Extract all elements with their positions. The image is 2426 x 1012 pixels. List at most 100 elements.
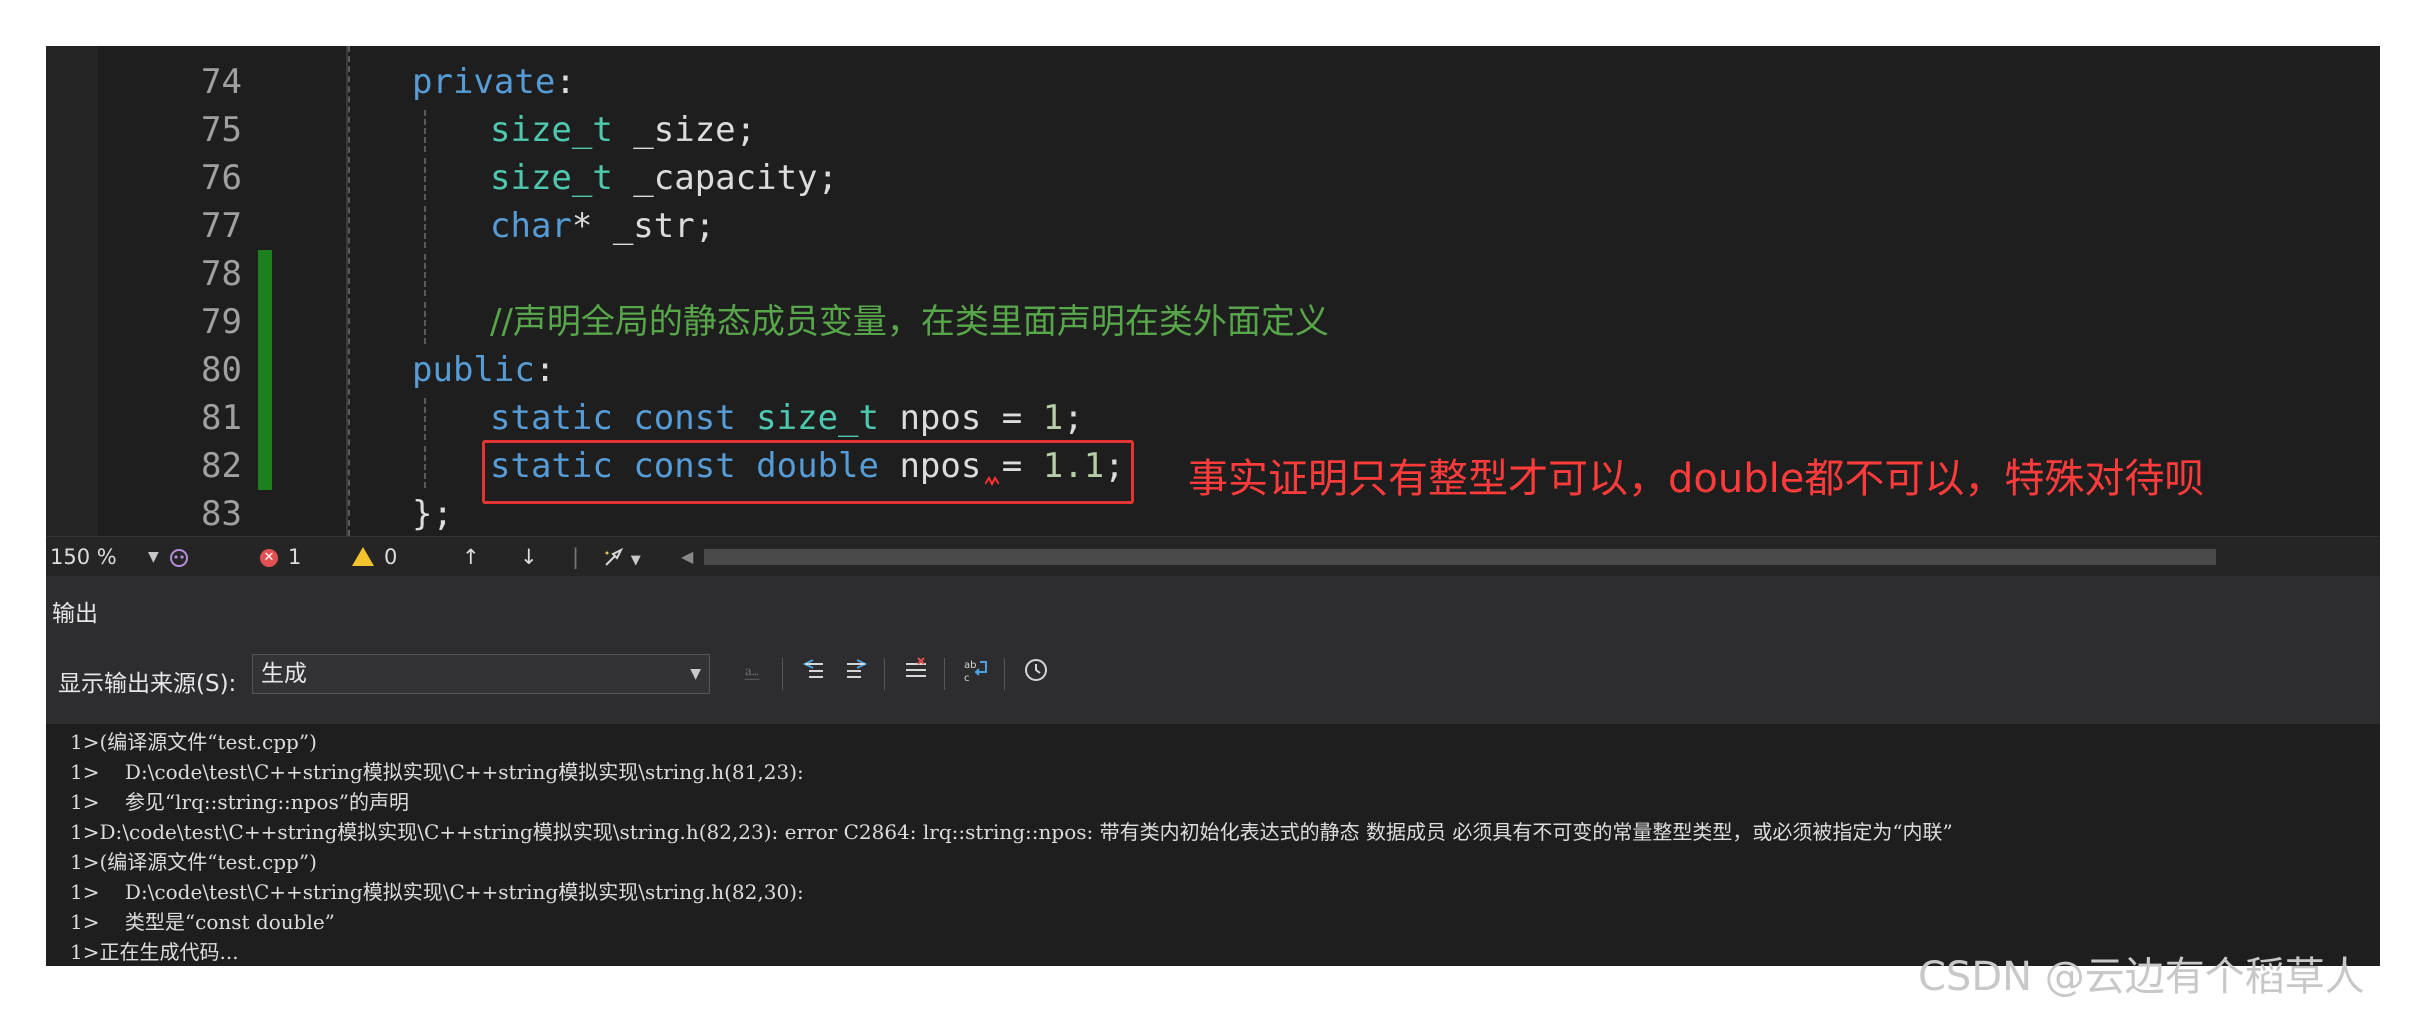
word-wrap-button[interactable]: ab c [958, 656, 994, 692]
code-line: 79 //声明全局的静态成员变量，在类里面声明在类外面定义 [46, 298, 2380, 346]
zoom-select[interactable]: 150 % ▼ [50, 537, 159, 577]
error-squiggle [985, 476, 999, 486]
code-token: char [490, 206, 572, 246]
toolbar-separator [944, 658, 945, 690]
code-token: _size; [612, 110, 757, 150]
indent-guide [424, 206, 426, 248]
next-message-icon [847, 659, 868, 678]
toolbar-separator [782, 658, 783, 690]
line-number: 80 [201, 350, 242, 390]
code-token: npos = [878, 398, 1043, 438]
code-text: //声明全局的静态成员变量，在类里面声明在类外面定义 [490, 298, 1329, 346]
code-token: size_t [756, 398, 879, 438]
word-wrap-icon: ab c [964, 660, 987, 684]
warning-icon [352, 546, 374, 566]
code-token: 1 [1042, 398, 1064, 438]
line-number: 75 [201, 110, 242, 150]
chevron-down-icon: ▼ [148, 549, 159, 565]
copilot-icon[interactable] [168, 537, 190, 577]
code-line: 81 static const size_t npos = 1; [46, 394, 2380, 442]
output-source-label: 显示输出来源(S): [58, 671, 237, 697]
brush-icon [605, 547, 624, 566]
code-text: size_t _size; [490, 106, 756, 154]
code-text: size_t _capacity; [490, 154, 838, 202]
scroll-left-icon[interactable]: ◀ [681, 537, 693, 577]
code-token: * _str; [571, 206, 716, 246]
indent-guide [424, 398, 426, 440]
line-number: 79 [201, 302, 242, 342]
code-token: const [633, 398, 736, 438]
code-line: 76 size_t _capacity; [46, 154, 2380, 202]
line-number: 77 [201, 206, 242, 246]
find-message-button[interactable]: ⎁ [734, 656, 770, 692]
next-message-button[interactable] [838, 656, 874, 692]
warning-count-value: 0 [384, 545, 398, 569]
previous-issue-button[interactable]: ↑ [462, 537, 480, 577]
previous-message-button[interactable] [796, 656, 832, 692]
output-title: 输出 [52, 601, 98, 627]
output-log[interactable]: 1>(编译源文件“test.cpp”) 1> D:\code\test\C++st… [46, 724, 2380, 966]
line-number: 81 [201, 398, 242, 438]
next-issue-button[interactable]: ↓ [520, 537, 538, 577]
output-source-select[interactable]: 生成 ▼ [252, 654, 710, 694]
output-line: 1> D:\code\test\C++string模拟实现\C++string模… [70, 880, 804, 904]
line-number: 83 [201, 494, 242, 534]
prev-message-icon [802, 659, 823, 678]
timestamp-button[interactable] [1018, 656, 1054, 692]
output-line: 1> 类型是“const double” [70, 910, 335, 934]
svg-text:ab: ab [964, 660, 976, 671]
code-text: private: [412, 58, 576, 106]
output-line: 1> 参见“lrq::string::npos”的声明 [70, 790, 410, 814]
code-token: static [490, 398, 613, 438]
error-icon: ✕ [260, 549, 278, 567]
chevron-down-icon: ▼ [690, 666, 701, 682]
output-line: 1> D:\code\test\C++string模拟实现\C++string模… [70, 760, 804, 784]
error-count[interactable]: ✕ 1 [260, 537, 301, 577]
output-source-value: 生成 [261, 661, 307, 687]
code-line: 80 public: [46, 346, 2380, 394]
code-editor[interactable]: 74 private: 75 size_t _size; 76 size_t _capac… [46, 46, 2380, 536]
code-text: static const size_t npos = 1; [490, 394, 1084, 442]
clear-all-button[interactable] [898, 656, 934, 692]
code-token: //声明全局的静态成员变量，在类里面声明在类外面定义 [490, 302, 1329, 342]
indent-guide [424, 302, 426, 344]
code-text: }; [412, 490, 453, 536]
horizontal-scrollbar[interactable] [704, 549, 2216, 565]
code-token: ; [1063, 398, 1084, 438]
code-line: 78 [46, 250, 2380, 298]
arrow-up-icon: ↑ [462, 545, 480, 569]
output-panel: 输出 显示输出来源(S): 生成 ▼ ⎁ ab c 1>(编译源文件“test.c… [46, 576, 2380, 966]
output-line: 1>(编译源文件“test.cpp”) [70, 730, 317, 754]
indent-guide [424, 158, 426, 200]
code-cleanup-button[interactable]: ▼ [602, 537, 641, 577]
code-token: private [412, 62, 556, 102]
code-token: : [534, 350, 556, 390]
indent-guide [424, 110, 426, 152]
code-token: }; [412, 494, 453, 534]
error-count-value: 1 [288, 545, 302, 569]
toolbar-separator [884, 658, 885, 690]
line-number: 82 [201, 446, 242, 486]
code-token: size_t [490, 110, 613, 150]
highlight-box [482, 440, 1134, 504]
output-line: 1>正在生成代码... [70, 940, 239, 964]
editor-status-strip: 150 % ▼ ✕ 1 0 ↑ ↓ | ▼ ◀ [46, 536, 2380, 577]
warning-count[interactable]: 0 [352, 537, 397, 577]
find-in-code-icon: ⎁ [743, 661, 761, 686]
line-number: 74 [201, 62, 242, 102]
code-line: 75 size_t _size; [46, 106, 2380, 154]
code-text: char* _str; [490, 202, 715, 250]
status-separator: | [572, 545, 580, 569]
output-line: 1>(编译源文件“test.cpp”) [70, 850, 317, 874]
clock-icon [1025, 659, 1047, 681]
chevron-down-icon: ▼ [630, 553, 641, 568]
code-text: public: [412, 346, 555, 394]
code-token: _capacity; [612, 158, 838, 198]
watermark: CSDN @云边有个稻草人 [1918, 954, 2365, 1000]
code-line: 74 private: [46, 58, 2380, 106]
svg-text:c: c [964, 673, 970, 684]
toolbar-separator [1004, 658, 1005, 690]
annotation-text: 事实证明只有整型才可以，double都不可以，特殊对待呗 [1188, 456, 2205, 502]
